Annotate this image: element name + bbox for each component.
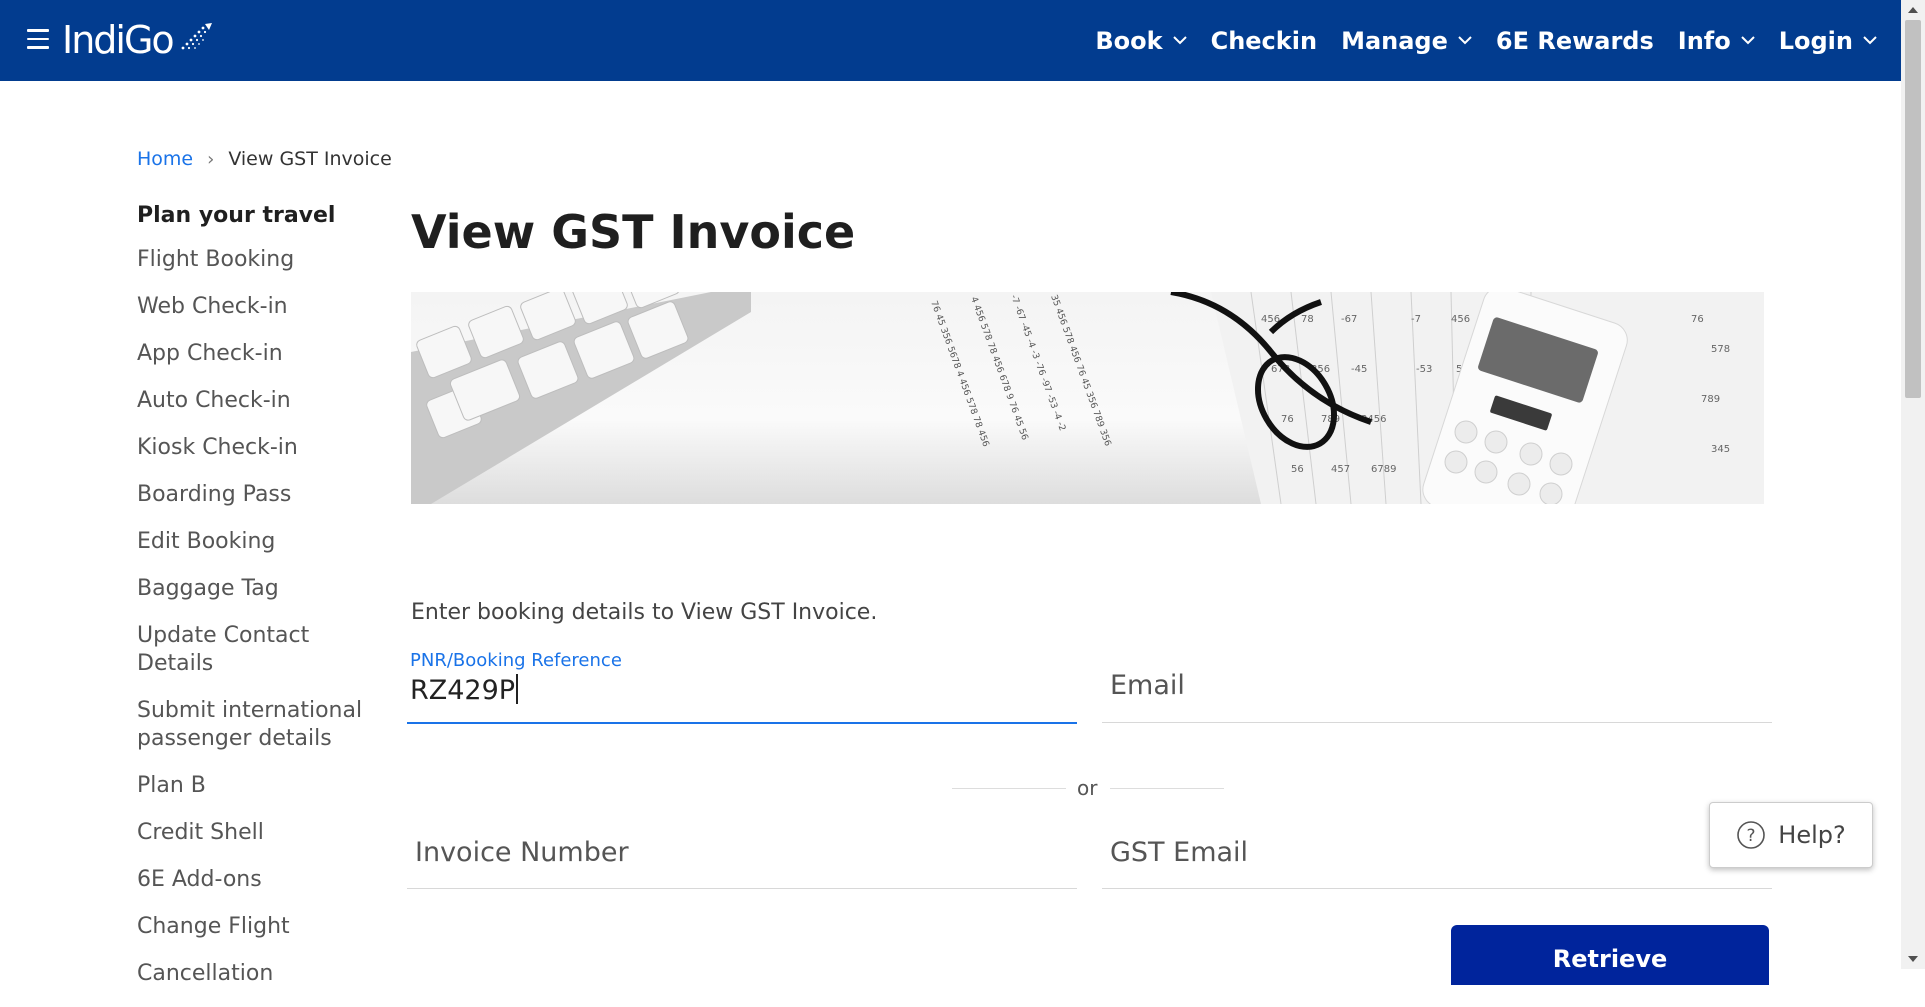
indigo-logo[interactable]: IndiGo [62,18,213,62]
pnr-input-value: RZ429P [410,675,516,706]
svg-text:-7: -7 [1411,314,1421,325]
sidebar-item-kiosk-check-in[interactable]: Kiosk Check-in [137,434,387,462]
nav-login[interactable]: Login [1779,27,1877,55]
sidebar-item-cancellation[interactable]: Cancellation [137,960,387,988]
nav-info-label: Info [1677,26,1731,55]
svg-text:78: 78 [1301,314,1314,325]
sidebar-item-auto-check-in[interactable]: Auto Check-in [137,387,387,415]
text-caret [516,674,519,704]
sidebar-item-app-check-in[interactable]: App Check-in [137,340,387,368]
gst-email-field[interactable]: GST Email [1102,820,1772,889]
sidebar-item-plan-b[interactable]: Plan B [137,772,387,800]
scrollbar-thumb[interactable] [1905,20,1921,398]
breadcrumb-home-link[interactable]: Home [137,148,193,170]
nav-book-label: Book [1095,26,1163,55]
pnr-input[interactable]: RZ429P [410,674,519,706]
or-divider: or [952,776,1224,800]
svg-text:457: 457 [1331,464,1350,475]
sidebar-item-edit-booking[interactable]: Edit Booking [137,528,387,556]
help-button[interactable]: ? Help? [1709,802,1873,868]
chevron-down-icon [1863,36,1877,45]
sidebar-item-credit-shell[interactable]: Credit Shell [137,819,387,847]
retrieve-button[interactable]: Retrieve [1451,925,1769,985]
or-divider-line-left [952,788,1066,789]
breadcrumb-current: View GST Invoice [228,148,392,170]
svg-text:-67: -67 [1341,314,1357,325]
sidebar-item-update-contact-details[interactable]: Update Contact Details [137,622,387,678]
gst-email-placeholder: GST Email [1110,837,1249,868]
breadcrumb: Home › View GST Invoice [137,148,392,170]
nav-login-label: Login [1778,26,1853,55]
main-nav: Book Checkin Manage 6E Rewards Info Logi… [1071,0,1877,81]
invoice-number-placeholder: Invoice Number [415,837,629,868]
breadcrumb-separator-icon: › [207,148,215,170]
sidebar: Plan your travel Flight Booking Web Chec… [137,203,387,1007]
or-divider-line-right [1110,788,1224,789]
svg-text:6789: 6789 [1371,464,1396,475]
invoice-number-field[interactable]: Invoice Number [407,820,1077,889]
svg-text:578: 578 [1711,344,1730,355]
svg-text:-53: -53 [1416,364,1432,375]
scroll-down-arrow-icon[interactable] [1901,949,1925,969]
sidebar-item-change-flight[interactable]: Change Flight [137,913,387,941]
svg-text:789: 789 [1701,394,1720,405]
sidebar-item-flight-booking[interactable]: Flight Booking [137,246,387,274]
page-scrollbar[interactable] [1901,0,1925,969]
sidebar-item-web-check-in[interactable]: Web Check-in [137,293,387,321]
help-label: Help? [1778,821,1846,849]
logo-text: IndiGo [62,18,175,62]
instructions-text: Enter booking details to View GST Invoic… [411,600,878,625]
question-circle-icon: ? [1737,821,1766,849]
sidebar-item-baggage-tag[interactable]: Baggage Tag [137,575,387,603]
pnr-field[interactable]: PNR/Booking Reference RZ429P [407,650,1077,724]
sidebar-item-6e-add-ons[interactable]: 6E Add-ons [137,866,387,894]
plane-logo-icon [181,23,212,50]
nav-checkin-label: Checkin [1210,26,1318,55]
nav-checkin[interactable]: Checkin [1211,27,1317,55]
chevron-down-icon [1172,36,1187,45]
sidebar-item-submit-international-passenger-details[interactable]: Submit international passenger details [137,697,387,753]
banner-illustration: 76 45 356 5678 4 456 578 78 456 4 456 57… [411,292,1764,504]
svg-text:-45: -45 [1351,364,1367,375]
top-navigation-bar: IndiGo Book Checkin Manage 6E Rewards In… [0,0,1901,81]
nav-manage-label: Manage [1341,26,1448,55]
svg-text:56: 56 [1291,464,1304,475]
email-field[interactable]: Email [1102,650,1772,723]
sidebar-item-boarding-pass[interactable]: Boarding Pass [137,481,387,509]
nav-info[interactable]: Info [1678,27,1755,55]
scroll-up-arrow-icon[interactable] [1901,0,1925,20]
or-text: or [1077,776,1098,800]
svg-text:345: 345 [1711,444,1730,455]
menu-icon[interactable] [27,29,49,51]
nav-manage[interactable]: Manage [1341,27,1472,55]
chevron-down-icon [1741,36,1755,45]
chevron-down-icon [1458,36,1472,45]
svg-text:?: ? [1747,826,1756,846]
svg-text:456: 456 [1451,314,1470,325]
svg-text:76: 76 [1281,414,1294,425]
nav-6e-rewards[interactable]: 6E Rewards [1496,27,1654,55]
sidebar-title: Plan your travel [137,203,336,228]
nav-6e-rewards-label: 6E Rewards [1495,26,1654,55]
page-title: View GST Invoice [411,205,856,259]
nav-book[interactable]: Book [1095,26,1187,55]
pnr-field-label: PNR/Booking Reference [410,650,622,671]
svg-text:76: 76 [1691,314,1704,325]
banner-image: 76 45 356 5678 4 456 578 78 456 4 456 57… [411,292,1764,504]
email-placeholder: Email [1110,670,1185,701]
